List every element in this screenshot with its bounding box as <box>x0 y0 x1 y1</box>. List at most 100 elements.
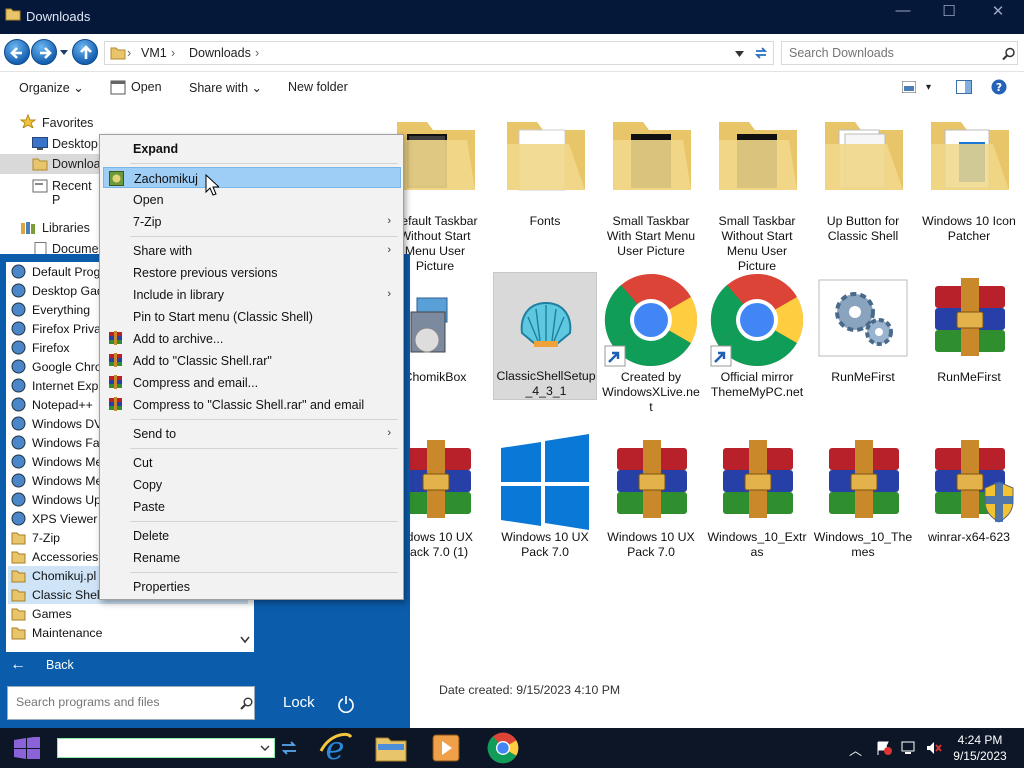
file-item[interactable]: Up Button for Classic Shell <box>811 110 915 250</box>
back-button[interactable]: ← Back <box>10 656 74 674</box>
nav-favorites[interactable]: Favorites <box>0 113 100 133</box>
menu-item-compress-and-email[interactable]: Compress and email... <box>103 372 401 393</box>
menu-item-add-to-archive[interactable]: Add to archive... <box>103 328 401 349</box>
menu-item-copy[interactable]: Copy <box>103 474 401 495</box>
share-with-label: Share with <box>189 81 249 95</box>
media-center-icon <box>11 454 26 469</box>
share-with-button[interactable]: Share with ⌄ <box>189 80 262 95</box>
menu-item-share-with[interactable]: Share with › <box>103 240 401 261</box>
program-label: Chomikuj.pl <box>32 569 97 583</box>
nav-libraries[interactable]: Libraries <box>0 218 100 238</box>
file-item[interactable]: Windows 10 UX Pack 7.0 <box>599 434 703 564</box>
menu-item-delete[interactable]: Delete <box>103 525 401 546</box>
power-icon[interactable] <box>337 695 355 713</box>
chevron-right-icon: › <box>387 244 391 256</box>
new-folder-button[interactable]: New folder <box>288 80 348 94</box>
menu-item-zachomikuj[interactable]: Zachomikuj <box>103 167 401 188</box>
start-search-input[interactable] <box>8 687 228 717</box>
nav-desktop[interactable]: Desktop <box>0 134 100 154</box>
file-item[interactable]: Official mirror ThemeMyPC.net <box>705 272 809 402</box>
menu-item-restore-previous-versions[interactable]: Restore previous versions <box>103 262 401 283</box>
media-player-icon[interactable] <box>430 732 462 764</box>
menu-item-include-in-library[interactable]: Include in library › <box>103 284 401 305</box>
file-item[interactable]: RunMeFirst <box>917 272 1021 392</box>
search-input[interactable] <box>782 42 992 64</box>
menu-separator <box>130 163 398 164</box>
file-item[interactable]: Windows_10_Extr as <box>705 434 809 564</box>
menu-item-add-to-classic-shell-rar[interactable]: Add to "Classic Shell.rar" <box>103 350 401 371</box>
up-nav-button[interactable] <box>72 39 98 65</box>
file-item-selected[interactable]: ClassicShellSetup _4_3_1 <box>493 272 597 400</box>
organize-label: Organize <box>19 81 70 95</box>
explorer-icon[interactable] <box>374 732 408 764</box>
chomik-icon <box>109 171 124 186</box>
go-arrows-icon[interactable] <box>280 739 298 757</box>
nav-downloads[interactable]: Downloa <box>0 154 101 174</box>
chrome-icon[interactable] <box>487 732 519 764</box>
menu-item-7-zip[interactable]: 7-Zip › <box>103 211 401 232</box>
menu-item-label: Rename <box>133 551 181 565</box>
menu-item-cut[interactable]: Cut <box>103 452 401 473</box>
menu-item-properties[interactable]: Properties <box>103 576 401 597</box>
menu-item-label: Compress to "Classic Shell.rar" and emai… <box>133 398 365 412</box>
file-item[interactable]: Created by WindowsXLive.ne t <box>599 272 703 414</box>
scroll-down-icon[interactable] <box>240 636 250 644</box>
refresh-icon[interactable] <box>753 45 769 61</box>
menu-item-compress-to-classic-shell-rar-and-email[interactable]: Compress to "Classic Shell.rar" and emai… <box>103 394 401 415</box>
close-button[interactable]: ✕ <box>975 2 1021 24</box>
search-icon[interactable] <box>1002 47 1016 61</box>
help-icon[interactable]: ? <box>991 79 1007 95</box>
lock-button[interactable]: Lock <box>283 694 315 711</box>
clock-date: 9/15/2023 <box>953 749 1007 763</box>
file-view: Default Taskbar Without Start Menu User … <box>392 102 1024 728</box>
chevron-down-icon[interactable] <box>735 51 744 57</box>
file-item[interactable]: Small Taskbar Without Start Menu User Pi… <box>705 110 809 273</box>
volume-muted-icon[interactable] <box>926 741 942 755</box>
organize-button[interactable]: Organize ⌄ <box>19 80 84 95</box>
file-item[interactable]: RunMeFirst <box>811 272 915 392</box>
breadcrumb-downloads[interactable]: Downloads <box>189 46 251 60</box>
menu-item-pin-to-start-menu-classic-shell[interactable]: Pin to Start menu (Classic Shell) <box>103 306 401 327</box>
menu-item-rename[interactable]: Rename <box>103 547 401 568</box>
open-button[interactable]: Open <box>131 80 162 94</box>
nav-recent[interactable]: Recent P <box>0 176 100 207</box>
clock[interactable]: 4:24 PM 9/15/2023 <box>950 732 1010 764</box>
start-button-icon[interactable] <box>14 737 40 759</box>
tray-expand-icon[interactable]: ︿ <box>849 740 862 759</box>
forward-nav-button[interactable] <box>31 39 57 65</box>
ie-icon[interactable]: e <box>318 731 352 765</box>
maximize-button[interactable]: ☐ <box>926 2 972 24</box>
back-nav-button[interactable] <box>4 39 30 65</box>
menu-item-send-to[interactable]: Send to › <box>103 423 401 444</box>
file-item[interactable]: winrar-x64-623 <box>917 434 1021 564</box>
start-search-box[interactable] <box>7 686 255 720</box>
view-dropdown-icon[interactable]: ▾ <box>926 82 931 93</box>
nav-desktop-label: Desktop <box>52 137 98 151</box>
menu-item-paste[interactable]: Paste <box>103 496 401 517</box>
file-item[interactable]: Fonts <box>493 110 597 250</box>
menu-item-open[interactable]: Open <box>103 189 401 210</box>
file-item[interactable]: Windows 10 UX Pack 7.0 <box>493 434 597 564</box>
taskbar-address-field[interactable] <box>57 738 275 758</box>
program-item[interactable]: Games <box>8 604 248 623</box>
address-field[interactable]: › VM1 › Downloads › <box>104 41 774 65</box>
preview-pane-icon[interactable] <box>956 80 972 94</box>
search-icon[interactable] <box>240 697 253 710</box>
folder-icon <box>11 549 26 564</box>
file-item[interactable]: Small Taskbar With Start Menu User Pictu… <box>599 110 703 270</box>
program-label: Windows Up <box>32 493 102 507</box>
flag-alert-icon[interactable] <box>876 741 892 755</box>
winrar-shield-icon <box>934 439 1014 523</box>
file-item[interactable]: Windows_10_The mes <box>811 434 915 564</box>
minimize-button[interactable]: — <box>880 2 926 24</box>
breadcrumb-vm1[interactable]: VM1 <box>141 46 167 60</box>
menu-item-expand[interactable]: Expand <box>103 138 401 159</box>
view-icon[interactable] <box>902 81 916 93</box>
recent-pages-chevron-icon[interactable] <box>59 49 69 57</box>
network-icon[interactable] <box>901 741 917 755</box>
search-box[interactable] <box>781 41 1018 65</box>
file-item[interactable]: Windows 10 Icon Patcher <box>917 110 1021 250</box>
program-item[interactable]: Maintenance <box>8 623 248 642</box>
chevron-down-icon[interactable] <box>260 745 270 752</box>
shell-icon <box>520 301 572 347</box>
